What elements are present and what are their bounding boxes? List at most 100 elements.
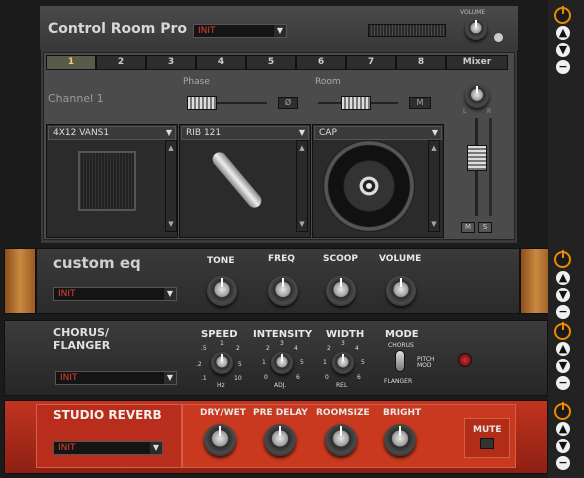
- scoop-knob[interactable]: [326, 276, 356, 306]
- scroll-down-icon[interactable]: ▼: [297, 220, 307, 228]
- position-select[interactable]: CAP ▼: [314, 126, 442, 140]
- scroll-up-icon[interactable]: ▲: [166, 144, 176, 152]
- drywet-knob[interactable]: [204, 424, 236, 456]
- cabinet-scroll[interactable]: ▲ ▼: [165, 140, 177, 232]
- roomsize-knob[interactable]: [325, 424, 357, 456]
- mic-scroll[interactable]: ▲ ▼: [296, 140, 308, 232]
- led-indicator: [458, 353, 472, 367]
- room-label: Room: [315, 77, 341, 87]
- link-icon[interactable]: [494, 33, 503, 42]
- tone-label: TONE: [207, 256, 235, 266]
- chevron-down-icon: ▼: [429, 127, 441, 139]
- tab-2[interactable]: 2: [96, 55, 146, 70]
- phase-label: Phase: [183, 77, 210, 87]
- mode-chorus-label: CHORUS: [388, 342, 414, 349]
- scoop-label: SCOOP: [323, 254, 358, 264]
- tab-5[interactable]: 5: [246, 55, 296, 70]
- width-unit: REL: [336, 382, 348, 389]
- scroll-down-icon[interactable]: ▼: [166, 220, 176, 228]
- tab-6[interactable]: 6: [296, 55, 346, 70]
- scroll-up-icon[interactable]: ▲: [429, 144, 439, 152]
- chevron-down-icon: ▼: [150, 442, 162, 454]
- slider-handle[interactable]: [187, 96, 217, 110]
- preset-select[interactable]: INIT ▼: [193, 24, 287, 38]
- solo-button[interactable]: S: [478, 222, 492, 233]
- eq-preset-select[interactable]: INIT ▼: [53, 287, 177, 301]
- tab-3[interactable]: 3: [146, 55, 196, 70]
- reverb-title: STUDIO REVERB: [53, 408, 162, 422]
- freq-knob[interactable]: [268, 276, 298, 306]
- volume-label: VOLUME: [460, 9, 486, 16]
- chorus-preset-select[interactable]: INIT ▼: [55, 371, 177, 385]
- power-icon[interactable]: [554, 250, 571, 268]
- speed-label: SPEED: [201, 329, 238, 340]
- move-down-button[interactable]: ▼: [556, 43, 570, 57]
- mute-toggle[interactable]: [480, 438, 494, 449]
- move-down-button[interactable]: ▼: [556, 288, 570, 302]
- mode-pitch-label: PITCH MOD: [417, 356, 435, 369]
- move-down-button[interactable]: ▼: [556, 439, 570, 453]
- cabinet-select[interactable]: 4X12 VANS1 ▼: [48, 126, 176, 140]
- volume-label: VOLUME: [379, 254, 422, 264]
- move-up-button[interactable]: ▲: [556, 271, 570, 285]
- preset-value: INIT: [198, 26, 216, 36]
- pan-left-label: L: [463, 108, 467, 115]
- tab-8[interactable]: 8: [396, 55, 446, 70]
- mode-switch[interactable]: [395, 350, 405, 372]
- eq-wood-left: [4, 248, 36, 314]
- remove-button[interactable]: −: [556, 376, 570, 390]
- cabinet-image: [78, 151, 136, 211]
- mute-label: MUTE: [473, 425, 502, 435]
- room-slider[interactable]: [318, 96, 398, 110]
- power-icon[interactable]: [554, 6, 571, 24]
- predelay-label: PRE DELAY: [253, 408, 308, 418]
- eq-volume-knob[interactable]: [386, 276, 416, 306]
- mic-select[interactable]: RIB 121 ▼: [181, 126, 309, 140]
- tab-7[interactable]: 7: [346, 55, 396, 70]
- scroll-up-icon[interactable]: ▲: [297, 144, 307, 152]
- control-room-title: Control Room Pro: [48, 21, 188, 37]
- channel-fader[interactable]: [467, 145, 487, 171]
- intensity-label: INTENSITY: [253, 329, 313, 340]
- chevron-down-icon: ▼: [163, 127, 175, 139]
- width-scale: 2 3 4 1 5 0 6: [323, 340, 365, 381]
- room-button[interactable]: M: [409, 97, 431, 109]
- roomsize-label: ROOMSIZE: [316, 408, 370, 418]
- move-down-button[interactable]: ▼: [556, 359, 570, 373]
- chorus-title-2: FLANGER: [53, 339, 111, 352]
- move-up-button[interactable]: ▲: [556, 26, 570, 40]
- move-up-button[interactable]: ▲: [556, 342, 570, 356]
- phase-slider[interactable]: [187, 96, 267, 110]
- speed-unit: Hz: [217, 382, 225, 389]
- intensity-unit: ADJ.: [274, 382, 287, 389]
- scroll-down-icon[interactable]: ▼: [429, 220, 439, 228]
- tab-4[interactable]: 4: [196, 55, 246, 70]
- chevron-down-icon: ▼: [164, 372, 176, 384]
- phase-button[interactable]: Ø: [278, 97, 298, 109]
- power-icon[interactable]: [554, 402, 571, 420]
- remove-button[interactable]: −: [556, 456, 570, 470]
- mode-flanger-label: FLANGER: [384, 378, 413, 385]
- width-label: WIDTH: [326, 329, 365, 340]
- remove-button[interactable]: −: [556, 60, 570, 74]
- predelay-knob[interactable]: [264, 424, 296, 456]
- tone-knob[interactable]: [207, 276, 237, 306]
- mute-button[interactable]: M: [461, 222, 475, 233]
- chevron-down-icon: ▼: [296, 127, 308, 139]
- level-meter-strip: [489, 118, 492, 216]
- tab-1[interactable]: 1: [46, 55, 96, 70]
- slider-handle[interactable]: [341, 96, 371, 110]
- move-up-button[interactable]: ▲: [556, 422, 570, 436]
- reverb-preset-select[interactable]: INIT ▼: [53, 441, 163, 455]
- pan-right-label: R: [487, 108, 492, 115]
- position-scroll[interactable]: ▲ ▼: [428, 140, 440, 232]
- power-icon[interactable]: [554, 322, 571, 340]
- eq-title: custom eq: [53, 254, 141, 272]
- pan-knob[interactable]: [465, 84, 489, 108]
- volume-knob[interactable]: [465, 18, 487, 40]
- bright-knob[interactable]: [384, 424, 416, 456]
- tab-mixer[interactable]: Mixer: [446, 55, 508, 70]
- remove-button[interactable]: −: [556, 305, 570, 319]
- chevron-down-icon: ▼: [164, 288, 176, 300]
- channel-label: Channel 1: [48, 92, 104, 105]
